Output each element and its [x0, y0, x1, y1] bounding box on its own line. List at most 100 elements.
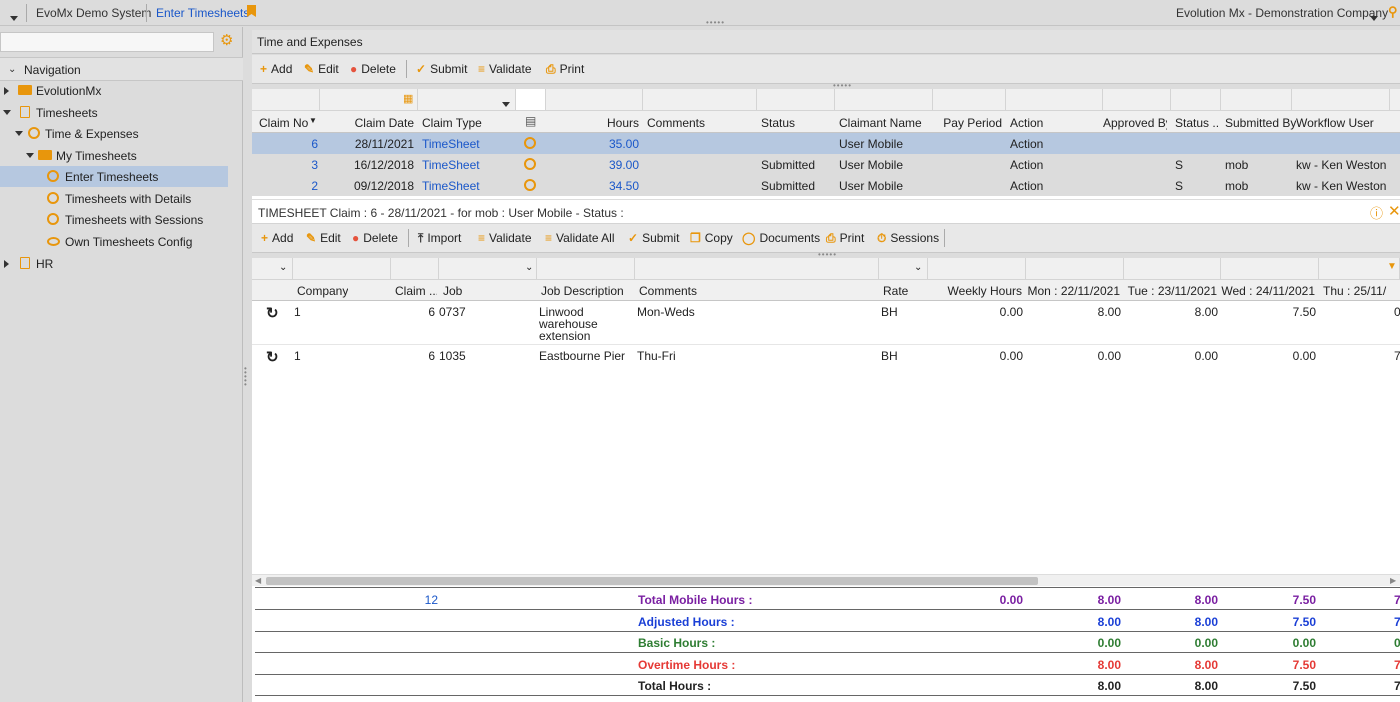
filter-weekly-hours[interactable]	[928, 258, 1026, 280]
col-workflow-user[interactable]: Workflow User	[1296, 116, 1374, 130]
detail-copy-button[interactable]: ❐ Copy	[690, 224, 733, 252]
col-status2[interactable]: Status ...	[1175, 116, 1220, 130]
filter-action[interactable]	[1006, 89, 1103, 111]
detail-edit-button[interactable]: ✎ Edit	[306, 224, 341, 252]
claims-edit-button[interactable]: ✎ Edit	[304, 55, 339, 83]
filter-comments[interactable]	[643, 89, 757, 111]
col-hours[interactable]: Hours	[546, 116, 639, 130]
col-comments[interactable]: Comments	[639, 284, 697, 298]
timesheet-row[interactable]: ↻ 1 6 1035 Eastbourne Pier Thu-Fri BH 0.…	[252, 345, 1400, 366]
status-ring-icon[interactable]	[524, 179, 536, 191]
claims-add-button[interactable]: + Add	[260, 55, 292, 83]
filter-job-description[interactable]	[537, 258, 635, 280]
claim-row[interactable]: 3 16/12/2018 TimeSheet 39.00 Submitted U…	[252, 154, 1400, 175]
col-pay-period[interactable]: Pay Period	[933, 116, 1002, 130]
nav-search-input[interactable]	[0, 32, 214, 52]
gear-icon[interactable]: ⚙	[220, 33, 233, 49]
col-weekly-hours[interactable]: Weekly Hours	[928, 284, 1022, 298]
nav-hr[interactable]: HR	[0, 253, 228, 274]
detail-import-button[interactable]: ⤒ Import	[418, 224, 461, 252]
menu-dropdown-icon[interactable]	[10, 10, 18, 24]
filter-status2[interactable]	[1171, 89, 1221, 111]
col-submitted-by[interactable]: Submitted By	[1225, 116, 1296, 130]
claim-row[interactable]: 6 28/11/2021 TimeSheet 35.00 User Mobile…	[252, 133, 1400, 154]
detail-delete-button[interactable]: ● Delete	[352, 224, 398, 252]
claims-submit-button[interactable]: ✓ Submit	[416, 55, 467, 83]
filter-claim[interactable]	[391, 258, 439, 280]
filter-hours[interactable]	[546, 89, 643, 111]
detail-submit-button[interactable]: ✓ Submit	[628, 224, 679, 252]
filter-status[interactable]	[757, 89, 835, 111]
detail-print-button[interactable]: ⎙ Print	[826, 224, 864, 252]
bookmark-icon[interactable]	[247, 5, 256, 20]
col-claimant[interactable]: Claimant Name	[839, 116, 922, 130]
info-icon[interactable]: ⓘ	[1370, 203, 1383, 222]
company-dropdown-icon[interactable]	[1370, 10, 1378, 24]
filter-claim-type[interactable]	[418, 89, 516, 111]
filter-workflow-user[interactable]	[1292, 89, 1390, 111]
nav-evolutionmx[interactable]: EvolutionMx	[0, 80, 228, 101]
col-company[interactable]: Company	[297, 284, 348, 298]
company-select[interactable]: Evolution Mx - Demonstration Company	[1176, 6, 1388, 20]
folder-icon	[38, 150, 52, 160]
col-action[interactable]: Action	[1010, 116, 1043, 130]
refresh-icon[interactable]: ↻	[266, 304, 279, 322]
nav-enter-timesheets[interactable]: Enter Timesheets	[0, 166, 228, 187]
filter-claimant[interactable]	[835, 89, 933, 111]
col-claim[interactable]: Claim ...	[395, 284, 437, 298]
filter-claim-date[interactable]: ▦	[320, 89, 418, 111]
navigation-header[interactable]: ⌄ Navigation	[0, 57, 243, 81]
col-approved-by[interactable]: Approved By	[1103, 116, 1167, 130]
status-ring-icon[interactable]	[524, 137, 536, 149]
timesheet-row[interactable]: ↻ 1 6 0737 Linwood warehouse extension M…	[252, 301, 1400, 345]
claims-delete-button[interactable]: ● Delete	[350, 55, 396, 83]
claims-print-button[interactable]: ⎙ Print	[546, 55, 584, 83]
nav-my-timesheets[interactable]: My Timesheets	[0, 145, 228, 166]
filter-submitted-by[interactable]	[1221, 89, 1292, 111]
filter-company[interactable]	[293, 258, 391, 280]
filter-pay-period[interactable]	[933, 89, 1006, 111]
filter-job[interactable]: ⌄	[439, 258, 537, 280]
detail-validate-button[interactable]: ≡ Validate	[478, 224, 532, 252]
filter-approved-by[interactable]	[1103, 89, 1171, 111]
col-thu[interactable]: Thu : 25/11/	[1323, 284, 1400, 298]
page-link[interactable]: Enter Timesheets	[156, 6, 249, 20]
filter-row-menu[interactable]: ⌄	[252, 258, 293, 280]
filter-mon[interactable]	[1026, 258, 1124, 280]
splitter-grip[interactable]: • • • • •	[244, 365, 247, 389]
col-claim-no[interactable]: Claim No	[259, 116, 308, 130]
nav-time-expenses[interactable]: Time & Expenses	[0, 123, 228, 144]
close-icon[interactable]: ✕	[1388, 202, 1400, 220]
filter-thu[interactable]: ▼	[1319, 258, 1400, 280]
nav-timesheets-details[interactable]: Timesheets with Details	[0, 188, 228, 209]
col-wed[interactable]: Wed : 24/11/2021	[1221, 284, 1315, 298]
detail-add-button[interactable]: + Add	[261, 224, 293, 252]
horizontal-scrollbar[interactable]: ◀ ▶	[252, 574, 1400, 586]
nav-timesheets-sessions[interactable]: Timesheets with Sessions	[0, 209, 228, 230]
filter-comments[interactable]	[635, 258, 879, 280]
detail-sessions-button[interactable]: ⏱ Sessions	[877, 224, 939, 252]
filter-tue[interactable]	[1124, 258, 1221, 280]
col-comments[interactable]: Comments	[647, 116, 705, 130]
col-claim-type[interactable]: Claim Type	[422, 116, 482, 130]
filter-wed[interactable]	[1221, 258, 1319, 280]
nav-timesheets[interactable]: Timesheets	[0, 102, 228, 123]
status-ring-icon[interactable]	[524, 158, 536, 170]
col-tue[interactable]: Tue : 23/11/2021	[1124, 284, 1217, 298]
scrollbar-thumb[interactable]	[266, 577, 1038, 585]
col-rate[interactable]: Rate	[883, 284, 908, 298]
filter-rate[interactable]: ⌄	[879, 258, 928, 280]
claim-row[interactable]: 2 09/12/2018 TimeSheet 34.50 Submitted U…	[252, 175, 1400, 196]
col-status[interactable]: Status	[761, 116, 795, 130]
search-icon[interactable]: ⚲	[1388, 4, 1398, 20]
col-job[interactable]: Job	[443, 284, 462, 298]
claims-validate-button[interactable]: ≡ Validate	[478, 55, 532, 83]
col-job-description[interactable]: Job Description	[541, 284, 624, 298]
detail-documents-button[interactable]: ◯ Documents	[742, 224, 820, 252]
filter-claim-no[interactable]	[252, 89, 320, 111]
detail-validate-all-button[interactable]: ≡ Validate All	[545, 224, 615, 252]
col-claim-date[interactable]: Claim Date	[320, 116, 414, 130]
col-mon[interactable]: Mon : 22/11/2021	[1026, 284, 1120, 298]
nav-own-timesheets-config[interactable]: Own Timesheets Config	[0, 231, 228, 252]
refresh-icon[interactable]: ↻	[266, 348, 279, 366]
